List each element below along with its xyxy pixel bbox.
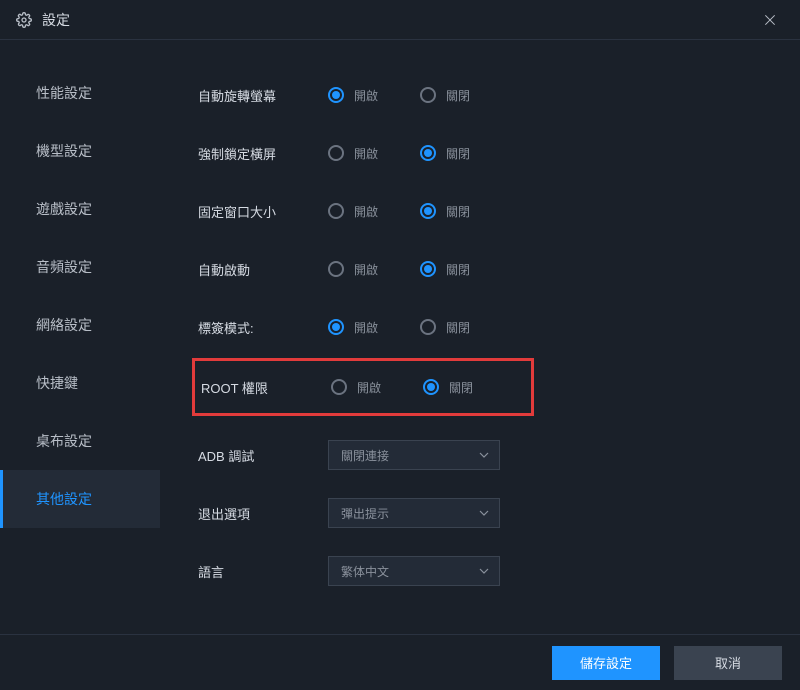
cancel-button[interactable]: 取消 [674,646,782,680]
settings-panel: 自動旋轉螢幕 開啟 關閉 強制鎖定橫屏 開啟 關閉 固定窗口大小 開啟 關閉 自… [160,40,800,634]
sidebar-item-other[interactable]: 其他設定 [0,470,160,528]
sidebar-item-label: 桌布設定 [36,431,92,451]
setting-label: 強制鎖定橫屏 [198,144,328,163]
sidebar-item-label: 網絡設定 [36,315,92,335]
sidebar-item-wallpaper[interactable]: 桌布設定 [0,412,160,470]
radio-label: 開啟 [354,319,378,336]
radio-icon [420,261,436,277]
sidebar: 性能設定 機型設定 遊戲設定 音頻設定 網絡設定 快捷鍵 桌布設定 其他設定 [0,40,160,634]
sidebar-item-model[interactable]: 機型設定 [0,122,160,180]
setting-label: 自動啟動 [198,260,328,279]
radio-label: 關閉 [446,319,470,336]
radio-off[interactable]: 關閉 [420,261,470,278]
sidebar-item-performance[interactable]: 性能設定 [0,64,160,122]
radio-on[interactable]: 開啟 [328,319,378,336]
radio-icon [420,203,436,219]
sidebar-item-network[interactable]: 網絡設定 [0,296,160,354]
chevron-down-icon [479,450,489,460]
setting-auto-rotate: 自動旋轉螢幕 開啟 關閉 [198,66,772,124]
radio-label: 關閉 [446,203,470,220]
radio-label: 關閉 [449,379,473,396]
sidebar-item-label: 其他設定 [36,489,92,509]
sidebar-item-label: 音頻設定 [36,257,92,277]
radio-icon [328,145,344,161]
radio-label: 關閉 [446,261,470,278]
exit-dropdown[interactable]: 彈出提示 [328,498,500,528]
radio-icon [420,145,436,161]
setting-label: 標簽模式: [198,318,328,337]
setting-adb: ADB 調試 關閉連接 [198,426,772,484]
sidebar-item-game[interactable]: 遊戲設定 [0,180,160,238]
radio-icon [328,203,344,219]
setting-exit: 退出選項 彈出提示 [198,484,772,542]
sidebar-item-label: 機型設定 [36,141,92,161]
root-highlight: ROOT 權限 開啟 關閉 [192,358,534,416]
radio-label: 開啟 [357,379,381,396]
setting-auto-start: 自動啟動 開啟 關閉 [198,240,772,298]
sidebar-item-label: 快捷鍵 [36,373,78,393]
radio-on[interactable]: 開啟 [328,87,378,104]
radio-on[interactable]: 開啟 [328,261,378,278]
sidebar-item-label: 性能設定 [36,83,92,103]
dropdown-value: 繁体中文 [341,563,389,580]
save-button[interactable]: 儲存設定 [552,646,660,680]
radio-off[interactable]: 關閉 [420,319,470,336]
chevron-down-icon [479,508,489,518]
radio-off[interactable]: 關閉 [420,203,470,220]
dropdown-value: 彈出提示 [341,505,389,522]
setting-label: 退出選項 [198,504,328,523]
titlebar: 設定 [0,0,800,40]
setting-label: 固定窗口大小 [198,202,328,221]
radio-label: 開啟 [354,203,378,220]
setting-label: ADB 調試 [198,446,328,465]
setting-root: ROOT 權限 開啟 關閉 [201,369,525,405]
setting-label: ROOT 權限 [201,378,331,397]
radio-icon [331,379,347,395]
setting-fixed-window: 固定窗口大小 開啟 關閉 [198,182,772,240]
setting-label: 自動旋轉螢幕 [198,86,328,105]
sidebar-item-shortcut[interactable]: 快捷鍵 [0,354,160,412]
radio-icon [423,379,439,395]
radio-label: 開啟 [354,261,378,278]
sidebar-item-audio[interactable]: 音頻設定 [0,238,160,296]
radio-icon [420,319,436,335]
chevron-down-icon [479,566,489,576]
radio-on[interactable]: 開啟 [328,145,378,162]
radio-icon [328,319,344,335]
dropdown-value: 關閉連接 [341,447,389,464]
setting-force-landscape: 強制鎖定橫屏 開啟 關閉 [198,124,772,182]
setting-language: 語言 繁体中文 [198,542,772,600]
setting-label: 語言 [198,562,328,581]
radio-off[interactable]: 關閉 [420,87,470,104]
radio-label: 開啟 [354,87,378,104]
language-dropdown[interactable]: 繁体中文 [328,556,500,586]
radio-off[interactable]: 關閉 [420,145,470,162]
radio-on[interactable]: 開啟 [331,379,381,396]
setting-tab-mode: 標簽模式: 開啟 關閉 [198,298,772,356]
close-button[interactable] [756,6,784,34]
adb-dropdown[interactable]: 關閉連接 [328,440,500,470]
sidebar-item-label: 遊戲設定 [36,199,92,219]
radio-label: 關閉 [446,87,470,104]
gear-icon [16,12,32,28]
radio-label: 開啟 [354,145,378,162]
radio-icon [420,87,436,103]
radio-off[interactable]: 關閉 [423,379,473,396]
footer: 儲存設定 取消 [0,634,800,690]
radio-on[interactable]: 開啟 [328,203,378,220]
radio-icon [328,261,344,277]
window-title: 設定 [42,10,756,30]
radio-icon [328,87,344,103]
radio-label: 關閉 [446,145,470,162]
